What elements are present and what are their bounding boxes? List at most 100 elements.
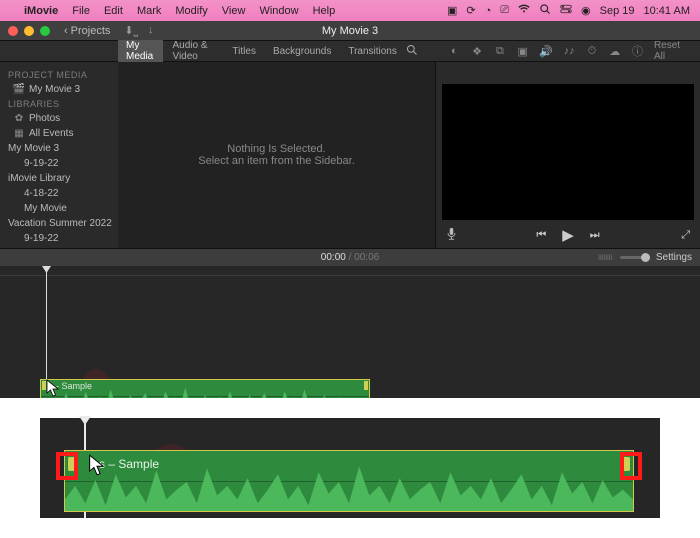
status-clock-icon[interactable]: ◔ <box>485 5 492 17</box>
browser-empty-line1: Nothing Is Selected. <box>227 143 325 155</box>
download-icon[interactable]: ↓ <box>148 24 154 38</box>
zoom-cursor-icon <box>88 454 106 476</box>
timeline-settings-button[interactable]: Settings <box>656 252 692 263</box>
video-preview[interactable] <box>442 84 694 220</box>
sidebar-item-919[interactable]: 9-19-22 <box>0 231 118 246</box>
status-search-icon[interactable] <box>539 3 551 18</box>
inspector-toolbar: ◐ ❖ ⧉ ▣ 🔊 ♪♪ ⏱ ☁ ⓘ Reset All <box>406 40 700 62</box>
sidebar-item-vacation[interactable]: Vacation Summer 2022 <box>0 216 118 231</box>
preview-viewer: ⏮ ▶ ⏭ ⤢ <box>436 62 700 248</box>
tab-my-media[interactable]: My Media <box>118 37 163 65</box>
status-time[interactable]: 10:41 AM <box>644 5 690 17</box>
status-date[interactable]: Sep 19 <box>600 5 635 17</box>
flower-icon: ✿ <box>14 114 24 124</box>
reset-all-button[interactable]: Reset All <box>654 40 690 62</box>
fullscreen-icon[interactable]: ⤢ <box>681 229 690 242</box>
color-correct-icon[interactable]: ❖ <box>471 44 484 58</box>
crop-icon[interactable]: ⧉ <box>493 44 506 58</box>
stabilize-icon[interactable]: ▣ <box>516 44 529 58</box>
sidebar-item-label: My Movie 3 <box>29 84 80 95</box>
zoom-audio-clip[interactable]: s – Sample <box>64 450 634 512</box>
back-to-projects-button[interactable]: ‹ Projects <box>64 25 110 37</box>
sidebar-item-imovie-library[interactable]: iMovie Library <box>0 171 118 186</box>
imovie-window: ‹ Projects ⬇︎⎵ ↓ My Movie 3 My Media Aud… <box>0 21 700 398</box>
status-siri-icon[interactable]: ◉ <box>581 4 591 17</box>
sidebar-head-libraries: LIBRARIES <box>0 97 118 111</box>
import-media-icon[interactable]: ⬇︎⎵ <box>124 24 138 38</box>
sidebar-item-label: Vacation Summer 2022 <box>8 218 112 229</box>
timeline-ruler[interactable] <box>0 266 700 276</box>
timeline-header: 00:00 / 00:06 ıııııııı Settings <box>0 248 700 266</box>
timeline-settings-group: ıııııııı Settings <box>598 252 692 263</box>
highlight-box-right <box>620 452 642 480</box>
sidebar-head-project: PROJECT MEDIA <box>0 68 118 82</box>
status-wifi-icon[interactable] <box>518 3 530 18</box>
sidebar-item-label: iMovie Library <box>8 173 70 184</box>
zoom-clip-label: s – Sample <box>99 457 159 471</box>
sidebar-item-label: 9-19-22 <box>24 233 58 244</box>
window-traffic-lights <box>0 26 50 36</box>
menu-mark[interactable]: Mark <box>137 5 161 17</box>
minimize-window-button[interactable] <box>24 26 34 36</box>
volume-icon[interactable]: 🔊 <box>539 44 553 58</box>
chevron-left-icon: ‹ <box>64 25 68 37</box>
sidebar-item-all-events[interactable]: ▦ All Events <box>0 126 118 141</box>
sidebar-item-movie3[interactable]: My Movie 3 <box>0 141 118 156</box>
timeline[interactable]: s – Sample <box>0 266 700 416</box>
filter-icon[interactable]: ☁ <box>608 44 621 58</box>
sidebar-item-movie3-date[interactable]: 9-19-22 <box>0 156 118 171</box>
status-record-icon[interactable]: ▣ <box>447 4 457 17</box>
sidebar-item-label: 9-19-22 <box>24 158 58 169</box>
sidebar-item-project-movie[interactable]: 🎬 My Movie 3 <box>0 82 118 97</box>
tab-backgrounds[interactable]: Backgrounds <box>265 43 339 60</box>
noise-eq-icon[interactable]: ♪♪ <box>563 44 576 58</box>
tab-titles[interactable]: Titles <box>224 43 264 60</box>
mouse-cursor-icon <box>46 379 60 397</box>
sidebar-item-418[interactable]: 4-18-22 <box>0 186 118 201</box>
menu-help[interactable]: Help <box>313 5 336 17</box>
timeline-zoom-slider[interactable] <box>620 256 648 259</box>
sidebar-item-photos[interactable]: ✿ Photos <box>0 111 118 126</box>
menu-view[interactable]: View <box>222 5 246 17</box>
voiceover-mic-icon[interactable] <box>446 227 457 244</box>
highlight-box-left <box>56 452 78 480</box>
status-sync-icon[interactable]: ⟳ <box>466 4 475 17</box>
media-browser: Nothing Is Selected. Select an item from… <box>118 62 436 248</box>
zoom-ticks-icon: ıııııııı <box>598 252 612 263</box>
sidebar-item-label: 4-18-22 <box>24 188 58 199</box>
grid-icon: ▦ <box>14 129 24 139</box>
play-button[interactable]: ▶ <box>562 226 574 244</box>
status-display-icon[interactable]: ⎚ <box>500 4 509 17</box>
info-icon[interactable]: ⓘ <box>631 44 644 58</box>
current-time: 00:00 <box>321 252 346 263</box>
sidebar-item-label: All Events <box>29 128 73 139</box>
titlebar-tools: ⬇︎⎵ ↓ <box>124 24 153 38</box>
zoom-illustration-panel: s – Sample <box>0 398 700 538</box>
window-title: My Movie 3 <box>322 25 378 37</box>
macos-menubar: iMovie File Edit Mark Modify View Window… <box>0 0 700 21</box>
next-frame-button[interactable]: ⏭ <box>590 229 600 242</box>
search-icon[interactable] <box>406 44 418 59</box>
speed-icon[interactable]: ⏱ <box>586 44 599 58</box>
sidebar-item-label: Photos <box>29 113 60 124</box>
status-toggles-icon[interactable] <box>560 3 572 18</box>
menubar-status: ▣ ⟳ ◔ ⎚ ◉ Sep 19 10:41 AM <box>447 3 690 18</box>
tab-transitions[interactable]: Transitions <box>340 43 405 60</box>
clapper-icon: 🎬 <box>14 85 24 95</box>
close-window-button[interactable] <box>8 26 18 36</box>
prev-frame-button[interactable]: ⏮ <box>536 229 546 242</box>
zoom-window-button[interactable] <box>40 26 50 36</box>
menu-modify[interactable]: Modify <box>175 5 207 17</box>
menu-window[interactable]: Window <box>259 5 298 17</box>
total-duration: 00:06 <box>354 252 379 263</box>
viewer-top <box>436 62 700 82</box>
menu-file[interactable]: File <box>72 5 90 17</box>
window-mid: PROJECT MEDIA 🎬 My Movie 3 LIBRARIES ✿ P… <box>0 62 700 248</box>
browser-empty-line2: Select an item from the Sidebar. <box>198 155 355 167</box>
sidebar-item-my-movie[interactable]: My Movie <box>0 201 118 216</box>
app-name[interactable]: iMovie <box>24 5 58 17</box>
back-label: Projects <box>71 25 111 37</box>
tab-audio-video[interactable]: Audio & Video <box>164 37 223 65</box>
menu-edit[interactable]: Edit <box>104 5 123 17</box>
color-balance-icon[interactable]: ◐ <box>448 44 461 58</box>
